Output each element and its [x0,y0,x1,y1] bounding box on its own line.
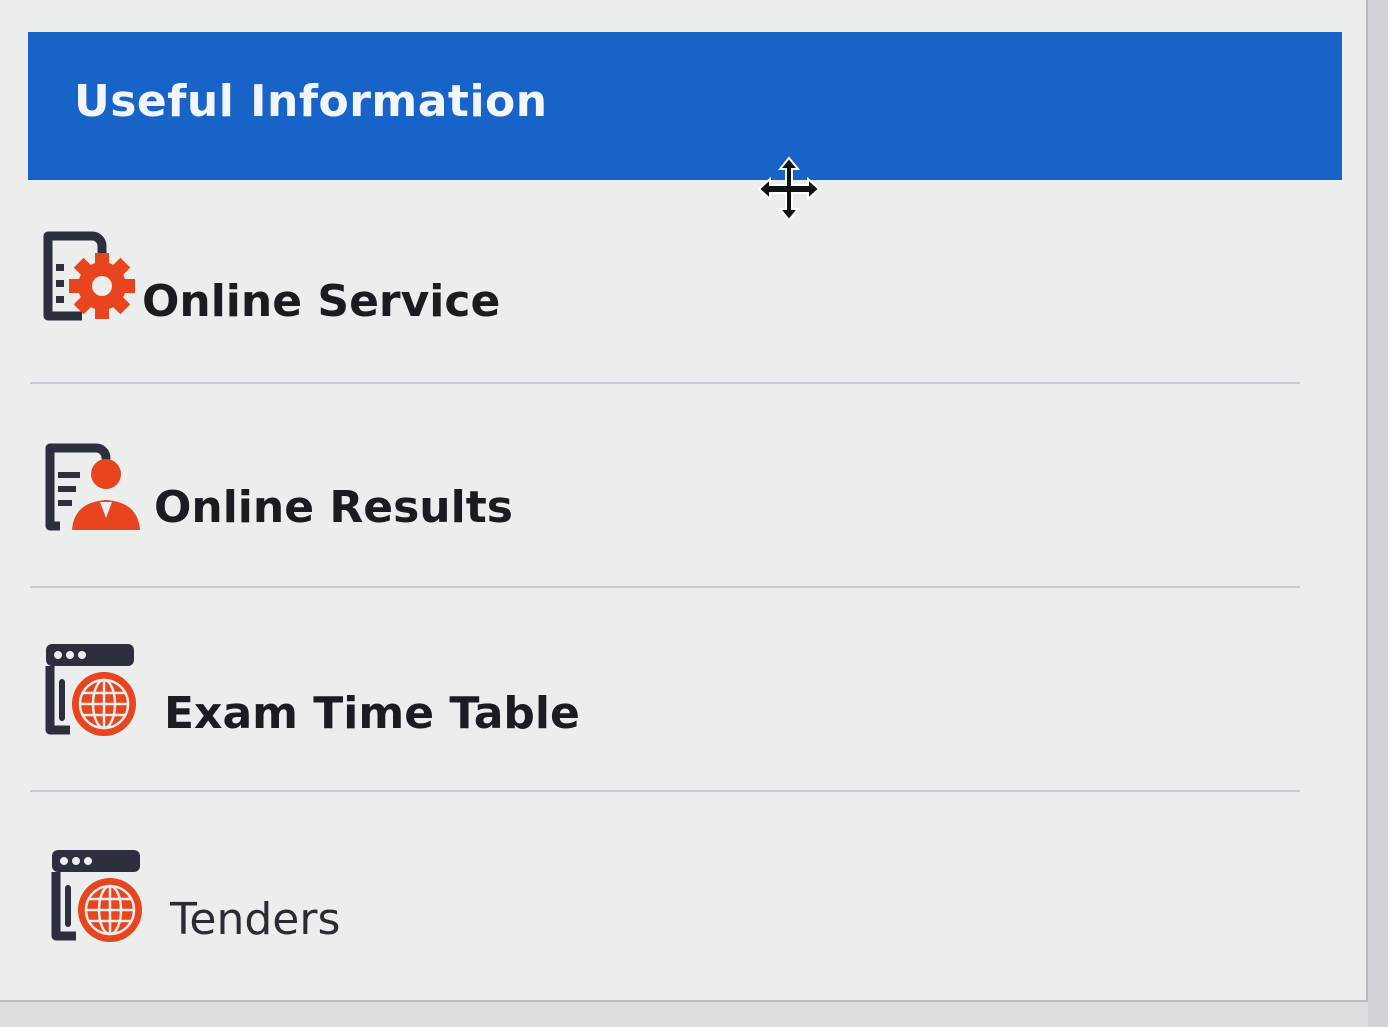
item-label: Online Service [142,276,501,327]
list-item-online-service[interactable]: Online Service [30,180,1300,384]
panel-header: Useful Information [28,32,1342,180]
list-item-online-results[interactable]: Online Results [30,384,1300,588]
window-edge [1368,0,1388,1027]
document-person-icon [45,443,140,531]
list-item-exam-time-table[interactable]: Exam Time Table [30,588,1300,792]
browser-globe-icon [51,850,142,942]
list-item-tenders[interactable]: Tenders [30,792,1300,994]
move-cursor-icon [757,156,821,222]
item-label: Online Results [154,482,513,533]
useful-information-panel: Useful Information Online Service Online… [0,0,1368,1002]
item-label: Tenders [170,894,341,945]
useful-information-list: Online Service Online Results Exam Time … [30,180,1300,994]
panel-title: Useful Information [74,76,548,127]
item-label: Exam Time Table [164,688,580,739]
document-gear-icon [43,231,135,321]
browser-globe-icon [45,644,136,736]
